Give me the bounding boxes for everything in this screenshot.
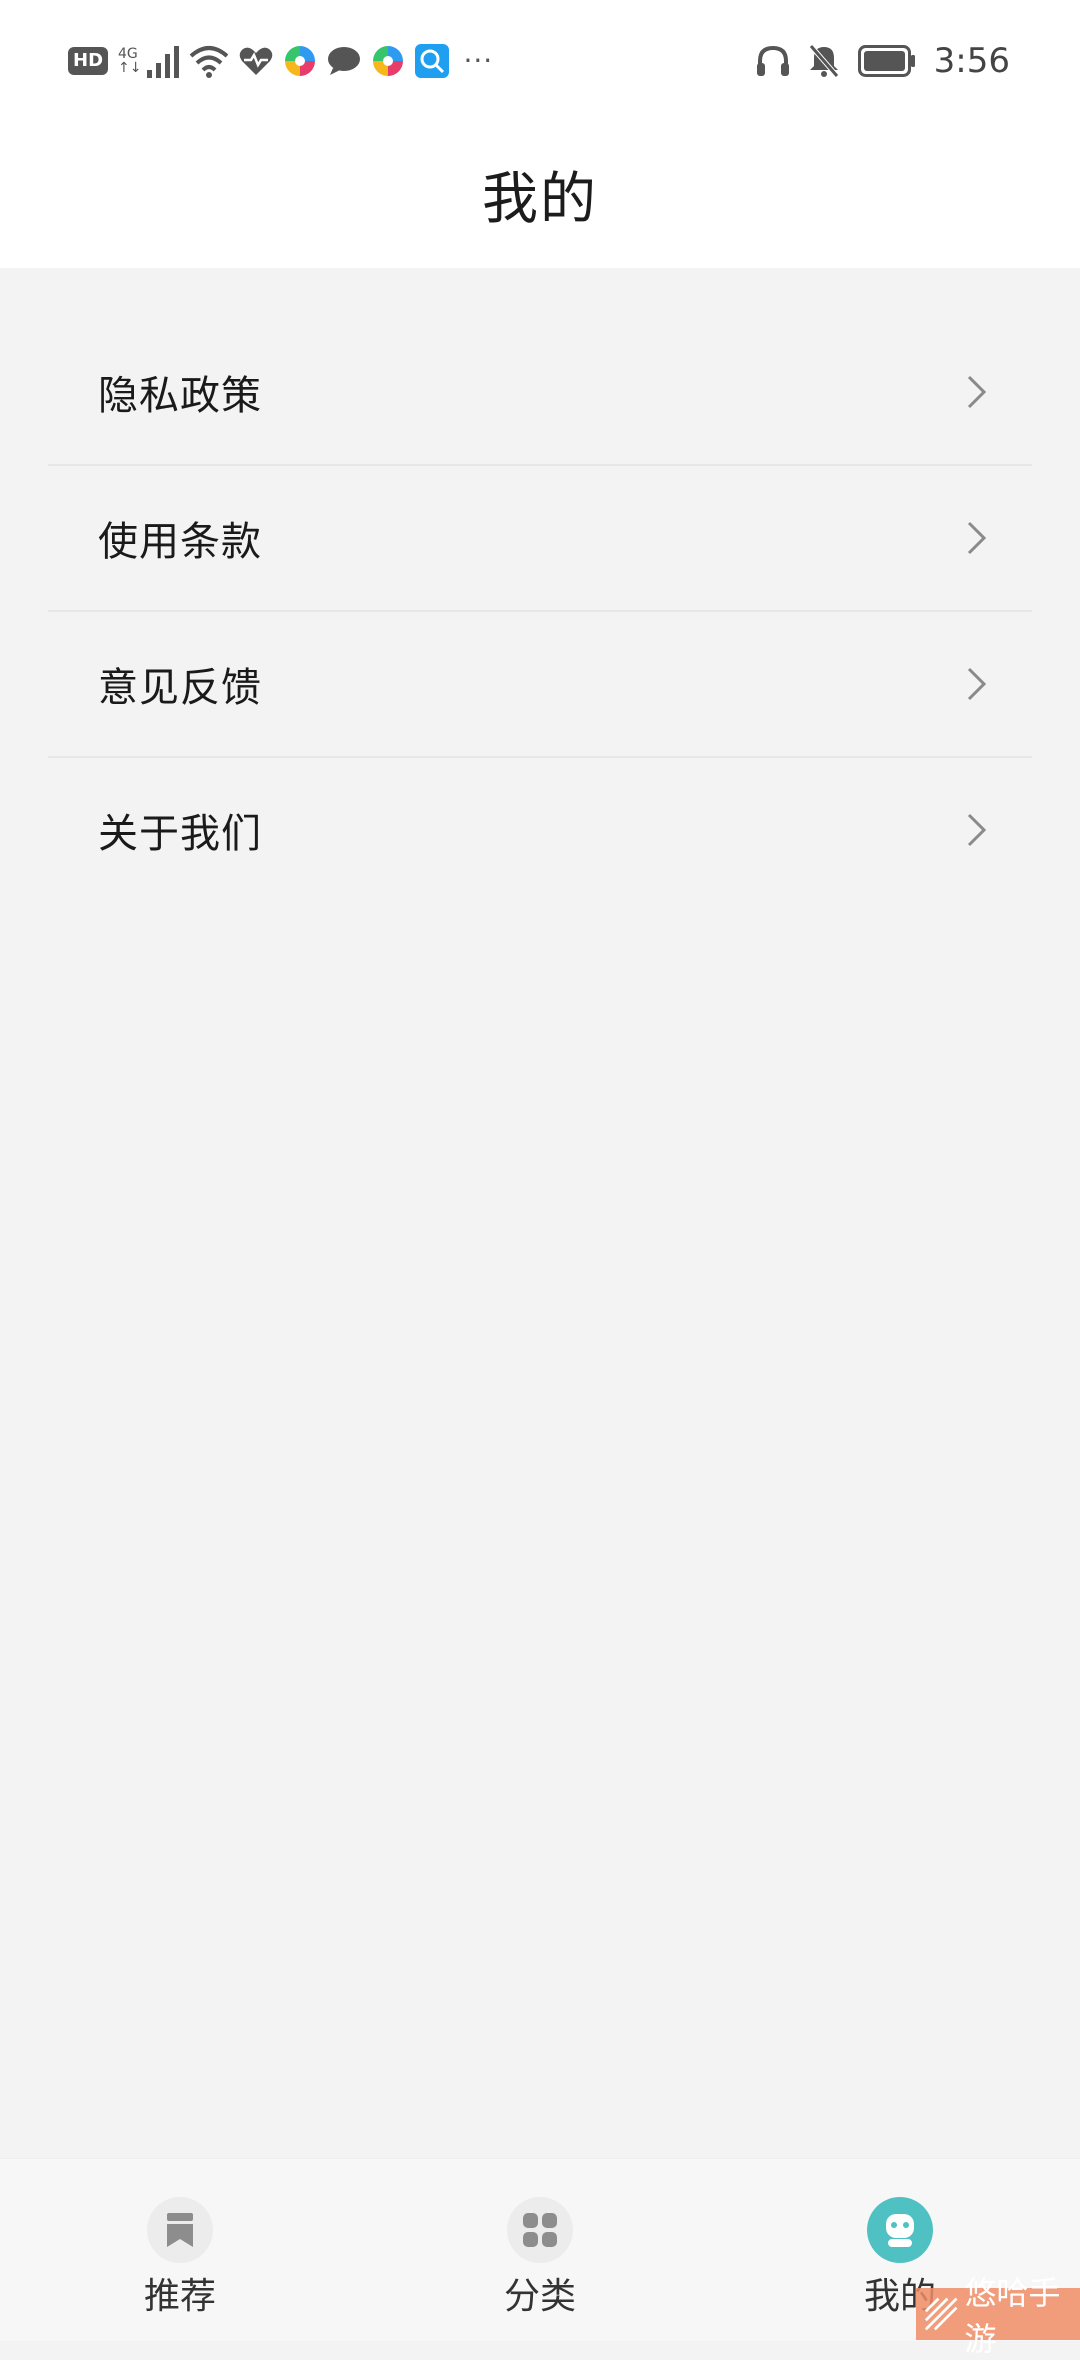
nav-icon-background-active [867,2197,933,2263]
nav-label: 推荐 [143,2276,216,2317]
menu-item-label: 隐私政策 [98,373,262,419]
watermark-text: 悠哈手游 [964,2274,1061,2358]
menu-item-privacy-policy[interactable]: 隐私政策 [48,320,1032,466]
chevron-right-icon [967,667,987,701]
menu-item-terms-of-use[interactable]: 使用条款 [48,466,1032,612]
nav-icon-background [147,2197,213,2263]
app-colorful-icon-2 [373,46,404,76]
settings-menu-list: 隐私政策 使用条款 意见反馈 关于我们 [48,320,1032,902]
status-bar: HD 4G ↑↓ ··· 3:56 [0,0,1080,120]
robot-icon [886,2214,914,2247]
wifi-icon [190,46,229,78]
message-bubble-icon [328,47,361,75]
menu-item-label: 意见反馈 [98,665,262,711]
health-heart-icon [240,47,273,75]
headphones-icon [756,45,789,76]
hd-badge: HD [68,47,109,75]
page-header: 我的 [0,120,1080,268]
menu-item-label: 使用条款 [98,519,262,565]
network-arrows: ↑↓ [118,60,142,76]
mute-bell-icon [808,44,839,78]
status-time: 3:56 [933,41,1010,81]
nav-item-recommend[interactable]: 推荐 [80,2197,280,2319]
network-type: 4G ↑↓ [118,47,141,75]
page-title: 我的 [482,166,598,232]
more-notifications-icon: ··· [463,44,494,77]
signal-icon [147,46,180,78]
app-colorful-icon [285,46,316,76]
status-right: 3:56 [756,38,1010,84]
network-type-label: 4G [118,46,138,62]
menu-item-feedback[interactable]: 意见反馈 [48,612,1032,758]
battery-icon [857,45,915,77]
grid-icon [523,2213,557,2247]
menu-item-label: 关于我们 [98,811,262,857]
watermark-logo-icon [924,2297,958,2331]
watermark: 悠哈手游 [916,2274,1080,2358]
search-app-icon [415,44,450,78]
bookmark-icon [167,2213,193,2247]
status-left: HD 4G ↑↓ ··· [68,38,493,84]
nav-item-category[interactable]: 分类 [440,2197,640,2319]
chevron-right-icon [967,375,987,409]
menu-item-about-us[interactable]: 关于我们 [48,758,1032,902]
nav-icon-background [507,2197,573,2263]
chevron-right-icon [967,813,987,847]
chevron-right-icon [967,521,987,555]
nav-label: 分类 [503,2276,576,2317]
